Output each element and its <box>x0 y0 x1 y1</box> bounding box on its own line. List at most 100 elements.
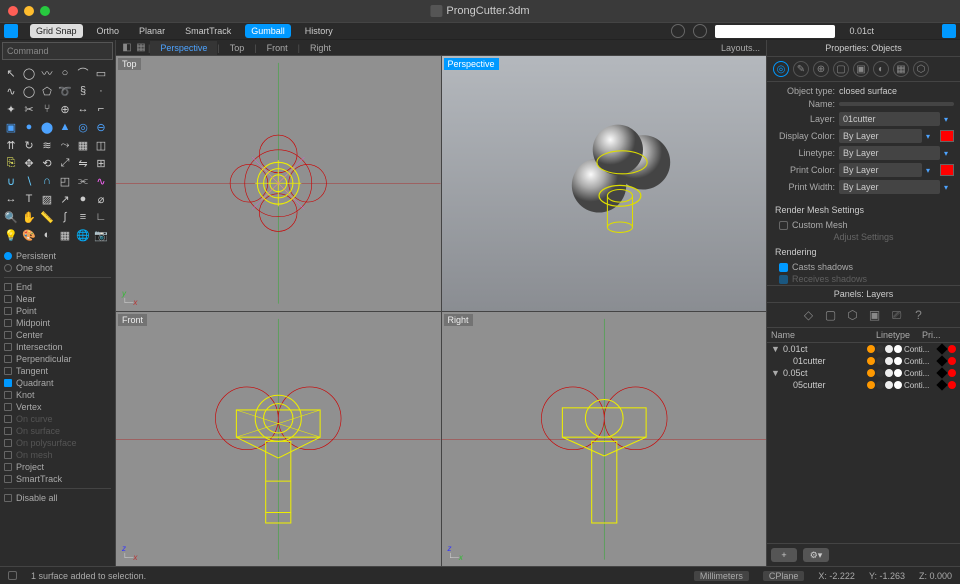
layer-row[interactable]: 05cutter Conti... <box>767 379 960 391</box>
tab-perspective[interactable]: Perspective <box>150 41 217 55</box>
tool-lasso[interactable]: ◯ <box>20 64 38 82</box>
osnap-tangent[interactable]: Tangent <box>4 365 111 377</box>
tool-helix[interactable]: § <box>74 82 92 100</box>
tool-point[interactable]: · <box>92 82 110 100</box>
history-toggle[interactable]: History <box>299 24 339 38</box>
prop-tab-5-icon[interactable]: ▣ <box>853 61 869 77</box>
tool-zoom[interactable]: 🔍 <box>2 208 20 226</box>
osnap-midpoint[interactable]: Midpoint <box>4 317 111 329</box>
tool-dot[interactable]: ● <box>74 190 92 208</box>
tool-patch[interactable]: ◫ <box>92 136 110 154</box>
tool-rect[interactable]: ▭ <box>92 64 110 82</box>
tool-sphere[interactable]: ● <box>20 118 38 136</box>
viewport-perspective[interactable]: Perspective <box>442 56 767 311</box>
toolbar-circle-2[interactable] <box>693 24 707 38</box>
osnap-quadrant[interactable]: Quadrant <box>4 377 111 389</box>
layers-tab-2-icon[interactable]: ▢ <box>823 307 839 323</box>
tool-edge[interactable]: ∟ <box>92 208 110 226</box>
tool-torus[interactable]: ◎ <box>74 118 92 136</box>
vp-layout-icon[interactable]: ▦ <box>134 42 148 53</box>
osnap-disable-all[interactable]: Disable all <box>4 492 111 504</box>
osnap-persistent[interactable]: Persistent <box>4 250 111 262</box>
print-color-swatch[interactable] <box>940 164 954 176</box>
layers-tab-help-icon[interactable]: ? <box>911 307 927 323</box>
layer-row[interactable]: 01cutter Conti... <box>767 355 960 367</box>
prop-tab-texture-icon[interactable]: ⊕ <box>813 61 829 77</box>
units-dropdown[interactable]: Millimeters <box>694 571 749 581</box>
tool-shell[interactable]: ◰ <box>56 172 74 190</box>
tool-loft[interactable]: ≋ <box>38 136 56 154</box>
layer-col-pri[interactable]: Pri... <box>922 330 941 340</box>
tool-trim[interactable]: ✂ <box>20 100 38 118</box>
tool-arc[interactable]: ⌒ <box>74 64 92 82</box>
planar-toggle[interactable]: Planar <box>133 24 171 38</box>
osnap-vertex[interactable]: Vertex <box>4 401 111 413</box>
tool-copy[interactable]: ⎘ <box>2 154 20 172</box>
tool-network[interactable]: ▦ <box>74 136 92 154</box>
prop-tab-6-icon[interactable]: ◐ <box>873 61 889 77</box>
tool-intersect[interactable]: ∩ <box>38 172 56 190</box>
tool-scale[interactable]: ⤢ <box>56 154 74 172</box>
display-color-select[interactable]: By Layer <box>839 129 922 143</box>
tab-right[interactable]: Right <box>300 41 341 55</box>
tool-curve[interactable]: ∿ <box>2 82 20 100</box>
linetype-select[interactable]: By Layer <box>839 146 940 160</box>
osnap-one-shot[interactable]: One shot <box>4 262 111 274</box>
tool-curvature[interactable]: ∫ <box>56 208 74 226</box>
tool-spiral[interactable]: ➰ <box>56 82 74 100</box>
tool-polyline[interactable]: 〰 <box>38 64 56 82</box>
window-close[interactable] <box>8 6 18 16</box>
osnap-knot[interactable]: Knot <box>4 389 111 401</box>
app-badge-right[interactable] <box>942 24 956 38</box>
tool-camera[interactable]: 📷 <box>92 226 110 244</box>
osnap-center[interactable]: Center <box>4 329 111 341</box>
prop-tab-8-icon[interactable]: ⬡ <box>913 61 929 77</box>
cplane-dropdown[interactable]: CPlane <box>763 571 805 581</box>
status-check[interactable] <box>8 571 17 580</box>
tool-analyze[interactable]: 📏 <box>38 208 56 226</box>
tool-texture[interactable]: ▦ <box>56 226 74 244</box>
tool-fillet[interactable]: ⌐ <box>92 100 110 118</box>
name-input[interactable] <box>839 102 954 106</box>
tab-top[interactable]: Top <box>220 41 255 55</box>
prop-tab-material-icon[interactable]: ✎ <box>793 61 809 77</box>
layers-tab-4-icon[interactable]: ▣ <box>867 307 883 323</box>
display-color-swatch[interactable] <box>940 130 954 142</box>
app-badge-left[interactable] <box>4 24 18 38</box>
tool-zebra[interactable]: ≡ <box>74 208 92 226</box>
layer-options-btn[interactable]: ⚙▾ <box>803 548 829 562</box>
viewport-top[interactable]: Top <box>116 56 441 311</box>
osnap-smarttrack[interactable]: SmartTrack <box>4 473 111 485</box>
layouts-link[interactable]: Layouts... <box>721 43 760 53</box>
layer-add-btn[interactable]: + <box>771 548 797 562</box>
tool-polygon[interactable]: ⬠ <box>38 82 56 100</box>
gem-input[interactable] <box>715 25 835 38</box>
osnap-perpendicular[interactable]: Perpendicular <box>4 353 111 365</box>
tool-section[interactable]: ⌀ <box>92 190 110 208</box>
print-width-select[interactable]: By Layer <box>839 180 940 194</box>
tool-extend[interactable]: ↔ <box>74 100 92 118</box>
tool-array[interactable]: ⊞ <box>92 154 110 172</box>
tool-text[interactable]: T <box>20 190 38 208</box>
tool-extrude[interactable]: ⇈ <box>2 136 20 154</box>
prop-tab-object-icon[interactable]: ◎ <box>773 61 789 77</box>
viewport-front[interactable]: Front <box>116 312 441 567</box>
tool-pointer[interactable]: ↖ <box>2 64 20 82</box>
layers-tab-1-icon[interactable]: ◇ <box>801 307 817 323</box>
tool-join[interactable]: ⊕ <box>56 100 74 118</box>
gumball-toggle[interactable]: Gumball <box>245 24 291 38</box>
osnap-near[interactable]: Near <box>4 293 111 305</box>
tool-light[interactable]: 💡 <box>2 226 20 244</box>
tool-union[interactable]: ∪ <box>2 172 20 190</box>
ortho-toggle[interactable]: Ortho <box>91 24 126 38</box>
layers-tab-5-icon[interactable]: ⎚ <box>889 307 905 323</box>
receives-shadows-check[interactable]: Receives shadows <box>767 273 960 285</box>
tool-mirror[interactable]: ⇋ <box>74 154 92 172</box>
tool-env[interactable]: 🌐 <box>74 226 92 244</box>
osnap-project[interactable]: Project <box>4 461 111 473</box>
osnap-point[interactable]: Point <box>4 305 111 317</box>
tool-move[interactable]: ✥ <box>20 154 38 172</box>
tool-render[interactable]: 🎨 <box>20 226 38 244</box>
tool-box[interactable]: ▣ <box>2 118 20 136</box>
layer-row[interactable]: ▼0.05ct Conti... <box>767 367 960 379</box>
